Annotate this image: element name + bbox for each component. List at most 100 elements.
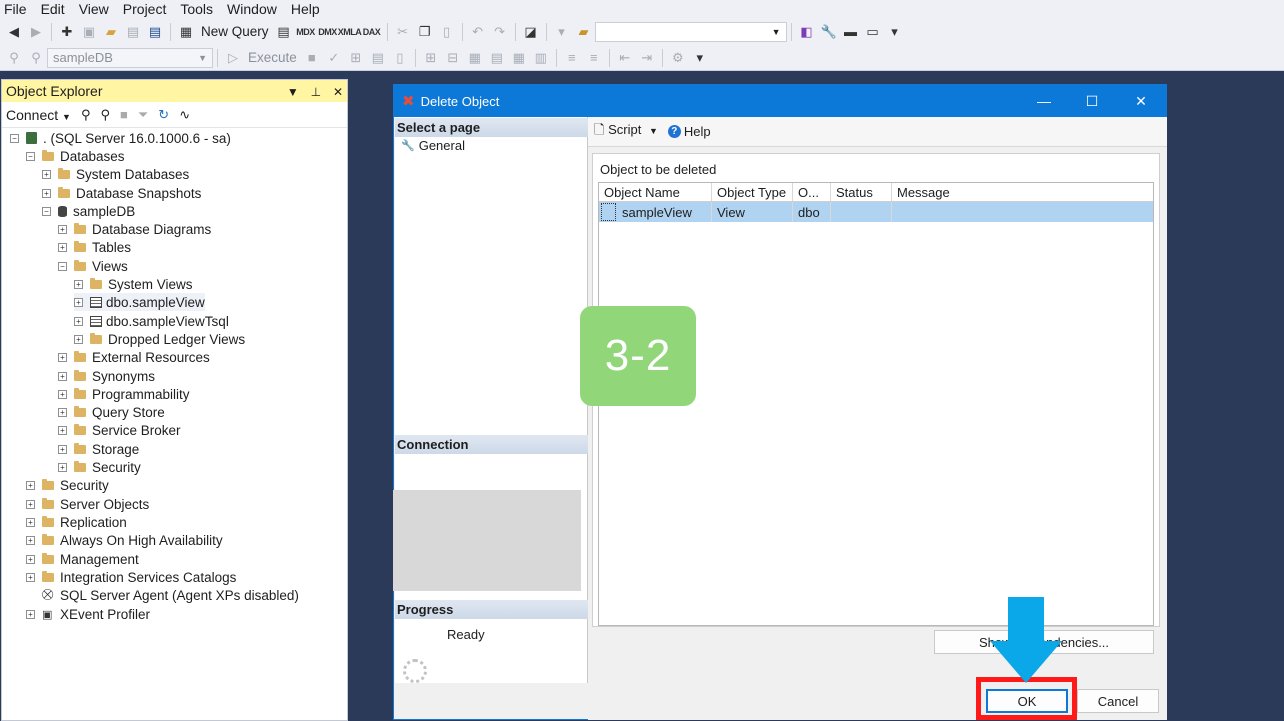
stop-icon[interactable]: ■	[120, 107, 128, 122]
paste-icon[interactable]: ▯	[439, 24, 455, 40]
tree-node-security[interactable]: + Security	[26, 476, 109, 494]
tree-node-tables[interactable]: + Tables	[58, 238, 131, 256]
uncomment-icon[interactable]: ≡	[586, 50, 602, 66]
tree-node-query-store[interactable]: + Query Store	[58, 403, 165, 421]
estimated-plan-icon[interactable]: ⊞	[348, 50, 364, 66]
activity-monitor-icon[interactable]: ∿	[179, 107, 190, 123]
tree-node-management[interactable]: + Management	[26, 550, 139, 568]
tree-node-integration-services[interactable]: + Integration Services Catalogs	[26, 568, 236, 586]
script-button[interactable]: 🗋 Script ▼	[594, 121, 658, 143]
decrease-indent-icon[interactable]: ⇤	[617, 50, 633, 66]
connect-plug-icon[interactable]: ⚲	[81, 107, 91, 123]
refresh-icon[interactable]: ↻	[158, 107, 169, 123]
undo-icon[interactable]: ↶	[470, 24, 486, 40]
tree-node-server-objects[interactable]: + Server Objects	[26, 495, 149, 513]
filter-icon[interactable]: ⏷	[138, 107, 148, 123]
connect-button[interactable]: Connect ▼	[6, 107, 71, 123]
tree-node-database-snapshots[interactable]: + Database Snapshots	[42, 184, 201, 202]
tree-node-sampledb[interactable]: − sampleDB	[42, 202, 135, 220]
tree-node-db-security[interactable]: + Security	[58, 458, 141, 476]
tree-node-views[interactable]: − Views	[58, 257, 128, 275]
copy-icon[interactable]: ❐	[417, 24, 433, 40]
solution-explorer-icon[interactable]: ◧	[799, 24, 815, 40]
tree-node-server[interactable]: −. (SQL Server 16.0.1000.6 - sa)	[10, 129, 231, 147]
command-window-icon[interactable]: ▭	[865, 24, 881, 40]
menu-file[interactable]: File	[0, 1, 34, 17]
results-text-icon[interactable]: ▤	[489, 50, 505, 66]
tree-node-database-diagrams[interactable]: + Database Diagrams	[58, 220, 211, 238]
new-query-icon[interactable]: ▦	[178, 24, 194, 40]
menu-help[interactable]: Help	[284, 1, 327, 17]
redo-icon[interactable]: ↷	[492, 24, 508, 40]
execute-icon[interactable]: ▷	[225, 50, 241, 66]
minimize-icon[interactable]: —	[1021, 85, 1067, 117]
query-options-icon[interactable]: ▤	[370, 50, 386, 66]
results-file-icon[interactable]: ▥	[533, 50, 549, 66]
cancel-button[interactable]: Cancel	[1077, 689, 1159, 713]
parse-icon[interactable]: ✓	[326, 50, 342, 66]
change-connection-icon[interactable]: ⚲	[28, 50, 44, 66]
execute-button[interactable]: Execute	[248, 50, 297, 65]
intellisense-icon[interactable]: ▯	[392, 50, 408, 66]
tree-node-storage[interactable]: + Storage	[58, 440, 139, 458]
cancel-query-icon[interactable]: ■	[304, 50, 320, 66]
available-databases-select[interactable]: sampleDB ▼	[47, 47, 213, 68]
tree-node-replication[interactable]: + Replication	[26, 513, 127, 531]
increase-indent-icon[interactable]: ⇥	[639, 50, 655, 66]
dax-query-icon[interactable]: DAX	[363, 24, 381, 40]
save-all-icon[interactable]: ▤	[147, 24, 163, 40]
tree-node-programmability[interactable]: + Programmability	[58, 385, 190, 403]
col-owner[interactable]: O...	[793, 183, 831, 201]
tree-node-xevent-profiler[interactable]: + ▣ XEvent Profiler	[26, 605, 150, 623]
save-icon[interactable]: ▤	[125, 24, 141, 40]
toolbar2-options-icon[interactable]: ▾	[692, 50, 708, 66]
specify-template-values-icon[interactable]: ⚙	[670, 50, 686, 66]
toolbar-options-icon[interactable]: ▾	[887, 24, 903, 40]
mdx-query-icon[interactable]: MDX	[296, 24, 315, 40]
tree-node-external-resources[interactable]: + External Resources	[58, 348, 210, 366]
tree-node-system-databases[interactable]: + System Databases	[42, 165, 189, 183]
close-icon[interactable]: ✕	[1118, 85, 1164, 117]
page-general[interactable]: 🔧 General	[401, 138, 465, 153]
close-icon[interactable]: ✕	[333, 85, 343, 99]
find-in-files-icon[interactable]: ▰	[576, 24, 592, 40]
client-stats-icon[interactable]: ▦	[467, 50, 483, 66]
cut-icon[interactable]: ✂	[395, 24, 411, 40]
dmx-query-icon[interactable]: DMX	[318, 24, 337, 40]
tree-node-service-broker[interactable]: + Service Broker	[58, 421, 181, 439]
new-query-button[interactable]: New Query	[201, 24, 269, 39]
properties-wrench-icon[interactable]: 🔧	[820, 24, 836, 40]
col-message[interactable]: Message	[892, 183, 1153, 201]
menu-edit[interactable]: Edit	[34, 1, 72, 17]
col-object-type[interactable]: Object Type	[712, 183, 793, 201]
find-combo[interactable]: ▼	[594, 21, 787, 42]
tree-node-sql-server-agent[interactable]: ⛒ SQL Server Agent (Agent XPs disabled)	[26, 586, 299, 604]
tree-node-dbo-sampleviewtsql[interactable]: + dbo.sampleViewTsql	[74, 312, 229, 330]
toolbox-icon[interactable]: ▬	[843, 24, 859, 40]
menu-tools[interactable]: Tools	[173, 1, 220, 17]
menu-project[interactable]: Project	[116, 1, 174, 17]
tree-node-dropped-ledger-views[interactable]: + Dropped Ledger Views	[74, 330, 245, 348]
xmla-query-icon[interactable]: XMLA	[338, 24, 362, 40]
help-button[interactable]: Help	[684, 124, 711, 139]
cell-object-name[interactable]: sampleView	[599, 202, 712, 222]
tree-node-dbo-sampleview[interactable]: + dbo.sampleView	[74, 293, 205, 311]
comment-icon[interactable]: ≡	[564, 50, 580, 66]
tree-node-databases[interactable]: − Databases	[26, 147, 125, 165]
live-stats-icon[interactable]: ⊟	[445, 50, 461, 66]
results-grid-icon[interactable]: ▦	[511, 50, 527, 66]
open-file-icon[interactable]: ▰	[103, 24, 119, 40]
col-object-name[interactable]: Object Name	[599, 183, 712, 201]
col-status[interactable]: Status	[831, 183, 892, 201]
tree-node-always-on[interactable]: + Always On High Availability	[26, 531, 223, 549]
tree-node-system-views[interactable]: + System Views	[74, 275, 193, 293]
back-icon[interactable]: ◀	[6, 24, 22, 40]
activity-monitor-icon[interactable]: ◪	[523, 24, 539, 40]
connect-plug-icon[interactable]: ⚲	[6, 50, 22, 66]
maximize-icon[interactable]: ☐	[1069, 85, 1115, 117]
toolbar-dropdown-icon[interactable]: ▾	[554, 24, 570, 40]
new-project-icon[interactable]: ✚	[59, 24, 75, 40]
table-row[interactable]: sampleView View dbo	[599, 202, 1153, 222]
actual-plan-icon[interactable]: ⊞	[423, 50, 439, 66]
database-engine-query-icon[interactable]: ▤	[276, 24, 292, 40]
